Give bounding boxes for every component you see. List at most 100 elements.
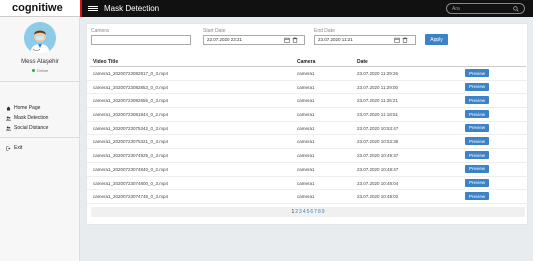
preview-button[interactable]: Preview bbox=[465, 123, 489, 132]
online-dot-icon bbox=[31, 69, 35, 72]
video-title-cell: camera1_20200723081844_0_2.mp4 bbox=[93, 112, 169, 118]
table-row: camera1_20200723074800_0_3.mp4 camera1 23.… bbox=[87, 177, 529, 191]
table-row: camera1_20200723074840_0_2.mp4 camera1 23.… bbox=[87, 163, 529, 177]
column-header-video-title[interactable]: Video Title bbox=[93, 59, 118, 65]
sidebar-nav: Home Page Mask Detection Social Distance bbox=[6, 103, 76, 133]
calendar-icon[interactable] bbox=[284, 37, 290, 43]
date-cell: 23.07.2020 10:53:36 bbox=[357, 139, 399, 145]
column-header-date[interactable]: Date bbox=[357, 59, 368, 65]
page-link[interactable]: 2 bbox=[295, 209, 298, 215]
start-date-icons bbox=[284, 37, 298, 43]
preview-button[interactable]: Preview bbox=[465, 164, 489, 173]
video-list-card: Camera Start Date 22.07.2020 23:21 End D… bbox=[86, 23, 529, 225]
page-link[interactable]: 8 bbox=[318, 209, 321, 215]
camera-cell: camera1 bbox=[297, 98, 315, 104]
page-link[interactable]: 4 bbox=[303, 209, 306, 215]
exit-label: Exit bbox=[14, 145, 23, 151]
sidebar-item-social-distance[interactable]: Social Distance bbox=[6, 123, 76, 133]
user-status-label: Online bbox=[36, 68, 49, 73]
date-cell: 23.07.2020 10:48:02 bbox=[357, 194, 399, 200]
apply-button[interactable]: Apply bbox=[425, 34, 448, 45]
page-title: Mask Detection bbox=[104, 4, 160, 13]
avatar bbox=[24, 22, 56, 54]
sidebar-item-label: Home Page bbox=[14, 105, 41, 111]
preview-button[interactable]: Preview bbox=[465, 110, 489, 119]
table-row: camera1_20200723081844_0_2.mp4 camera1 23.… bbox=[87, 108, 529, 122]
sidebar-item-exit[interactable]: Exit bbox=[6, 145, 22, 151]
avatar-doctor-icon bbox=[24, 22, 56, 54]
menu-icon[interactable] bbox=[88, 6, 98, 11]
trash-icon[interactable] bbox=[292, 37, 298, 43]
video-title-cell: camera1_20200723082655_0_3.mp4 bbox=[93, 98, 169, 104]
page-link[interactable]: 7 bbox=[314, 209, 317, 215]
top-bar: cognitiwe Mask Detection bbox=[0, 0, 533, 17]
preview-button[interactable]: Preview bbox=[465, 192, 489, 201]
date-cell: 23.07.2020 10:48:04 bbox=[357, 180, 399, 186]
sidebar: Mess Ataşehir Online Home Page Mask Dete… bbox=[0, 17, 80, 261]
camera-cell: camera1 bbox=[297, 153, 315, 159]
page-link[interactable]: 6 bbox=[310, 209, 313, 215]
page-link[interactable]: 5 bbox=[307, 209, 310, 215]
video-title-cell: camera1_20200723075321_0_3.mp4 bbox=[93, 139, 169, 145]
table-row: camera1_20200723082853_0_0.mp4 camera1 23.… bbox=[87, 81, 529, 95]
sidebar-item-mask-detection[interactable]: Mask Detection bbox=[6, 113, 76, 123]
search-icon[interactable] bbox=[513, 5, 519, 12]
preview-button[interactable]: Preview bbox=[465, 96, 489, 105]
sidebar-item-label: Social Distance bbox=[14, 125, 49, 131]
search-box[interactable] bbox=[446, 3, 525, 14]
home-icon bbox=[6, 106, 11, 110]
user-status: Online bbox=[0, 68, 80, 73]
date-cell: 23.07.2020 11:29:00 bbox=[357, 84, 398, 90]
camera-cell: camera1 bbox=[297, 194, 315, 200]
sidebar-divider bbox=[0, 81, 80, 82]
preview-button[interactable]: Preview bbox=[465, 137, 489, 146]
users-icon bbox=[6, 126, 11, 130]
date-cell: 23.07.2020 11:29:26 bbox=[357, 71, 398, 76]
camera-cell: camera1 bbox=[297, 180, 315, 186]
user-name: Mess Ataşehir bbox=[21, 59, 59, 65]
date-cell: 23.07.2020 11:18:51 bbox=[357, 112, 398, 118]
video-title-cell: camera1_20200723075342_0_3.mp4 bbox=[93, 125, 169, 131]
camera-cell: camera1 bbox=[297, 125, 315, 131]
table-row: camera1_20200723082655_0_3.mp4 camera1 23.… bbox=[87, 94, 529, 109]
page-link[interactable]: 1 bbox=[291, 209, 294, 215]
preview-button[interactable]: Preview bbox=[465, 69, 489, 77]
video-title-cell: camera1_20200723074746_0_3.mp4 bbox=[93, 194, 169, 200]
camera-cell: camera1 bbox=[297, 71, 315, 76]
camera-cell: camera1 bbox=[297, 84, 315, 90]
video-title-cell: camera1_20200723082917_0_3.mp4 bbox=[93, 71, 169, 76]
column-header-camera[interactable]: Camera bbox=[297, 59, 315, 65]
table-row: camera1_20200723075342_0_3.mp4 camera1 23.… bbox=[87, 122, 529, 136]
camera-filter-label: Camera bbox=[91, 28, 109, 34]
brand-logo[interactable]: cognitiwe bbox=[0, 0, 80, 17]
brand-divider bbox=[80, 0, 82, 17]
end-date-label: End Date bbox=[314, 28, 335, 34]
preview-button[interactable]: Preview bbox=[465, 151, 489, 160]
page-link[interactable]: 9 bbox=[322, 209, 325, 215]
camera-cell: camera1 bbox=[297, 166, 315, 172]
preview-button[interactable]: Preview bbox=[465, 82, 489, 91]
video-title-cell: camera1_20200723074800_0_3.mp4 bbox=[93, 180, 169, 186]
pagination: 123456789 bbox=[91, 207, 525, 217]
camera-select[interactable] bbox=[91, 35, 191, 45]
start-date-label: Start Date bbox=[203, 28, 226, 34]
date-cell: 23.07.2020 10:49:37 bbox=[357, 153, 399, 159]
page-link[interactable]: 3 bbox=[299, 209, 302, 215]
date-cell: 23.07.2020 11:26:21 bbox=[357, 98, 398, 104]
video-title-cell: camera1_20200723082853_0_0.mp4 bbox=[93, 84, 169, 90]
sign-out-icon bbox=[6, 146, 11, 150]
trash-icon[interactable] bbox=[402, 37, 408, 43]
table-row: camera1_20200723074925_0_3.mp4 camera1 23.… bbox=[87, 149, 529, 163]
sidebar-item-label: Mask Detection bbox=[14, 115, 49, 121]
sidebar-divider bbox=[0, 137, 80, 138]
table-row: camera1_20200723082917_0_3.mp4 camera1 23.… bbox=[87, 67, 529, 81]
video-title-cell: camera1_20200723074925_0_3.mp4 bbox=[93, 153, 169, 159]
sidebar-item-home[interactable]: Home Page bbox=[6, 103, 76, 113]
table-body: camera1_20200723082917_0_3.mp4 camera1 23.… bbox=[87, 67, 529, 204]
users-icon bbox=[6, 116, 11, 120]
calendar-icon[interactable] bbox=[394, 37, 400, 43]
preview-button[interactable]: Preview bbox=[465, 178, 489, 187]
date-cell: 23.07.2020 10:53:47 bbox=[357, 125, 399, 131]
search-input[interactable] bbox=[452, 5, 513, 12]
table-row: camera1_20200723075321_0_3.mp4 camera1 23.… bbox=[87, 135, 529, 150]
